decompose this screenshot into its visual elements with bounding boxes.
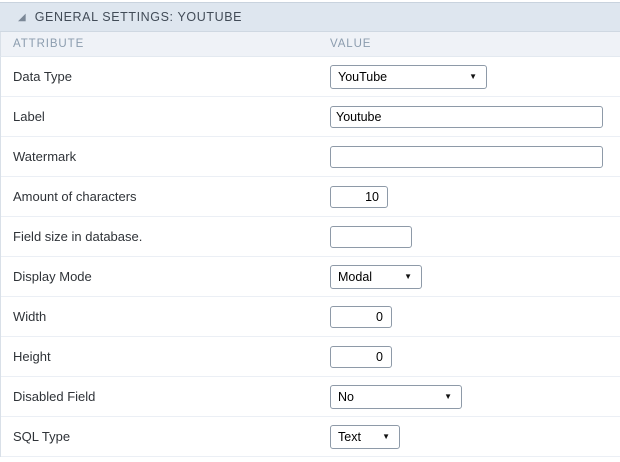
row-label: Amount of characters bbox=[13, 189, 137, 204]
collapse-triangle-icon: ◢ bbox=[18, 11, 26, 23]
input-watermark[interactable] bbox=[330, 145, 603, 168]
input-height[interactable] bbox=[330, 345, 392, 368]
table-row: Label bbox=[1, 97, 620, 137]
select-display-mode[interactable]: Modal ▼ bbox=[330, 264, 422, 289]
input-label[interactable] bbox=[330, 105, 603, 128]
row-value: Modal ▼ bbox=[330, 264, 620, 289]
select-value: No bbox=[338, 389, 354, 404]
attribute-column-header: ATTRIBUTE bbox=[13, 38, 85, 50]
table-row: Display Mode Modal ▼ bbox=[1, 257, 620, 297]
select-arrow-icon: ▼ bbox=[444, 392, 452, 401]
select-disabled-field[interactable]: No ▼ bbox=[330, 384, 462, 409]
select-value: Text bbox=[338, 429, 361, 444]
table-row: Watermark bbox=[1, 137, 620, 177]
table-row: Field size in database. bbox=[1, 217, 620, 257]
column-header-row: ATTRIBUTE VALUE bbox=[0, 32, 620, 57]
select-arrow-icon: ▼ bbox=[469, 72, 477, 81]
row-value bbox=[330, 225, 620, 248]
row-value bbox=[330, 305, 620, 328]
row-label: Height bbox=[13, 349, 51, 364]
row-value bbox=[330, 145, 620, 168]
select-arrow-icon: ▼ bbox=[404, 272, 412, 281]
input-width[interactable] bbox=[330, 305, 392, 328]
row-value bbox=[330, 185, 620, 208]
table-row: Width bbox=[1, 297, 620, 337]
input-field-size-in-database[interactable] bbox=[330, 225, 412, 248]
select-sql-type[interactable]: Text ▼ bbox=[330, 424, 400, 449]
table-row: Data Type YouTube ▼ bbox=[1, 57, 620, 97]
input-amount-of-characters[interactable] bbox=[330, 185, 388, 208]
row-label: Field size in database. bbox=[13, 229, 143, 244]
panel-header[interactable]: ◢ GENERAL SETTINGS: YOUTUBE bbox=[0, 2, 620, 32]
general-settings-panel: ◢ GENERAL SETTINGS: YOUTUBE ATTRIBUTE VA… bbox=[0, 2, 620, 457]
row-label: Label bbox=[13, 109, 45, 124]
row-value bbox=[330, 105, 620, 128]
row-value: Text ▼ bbox=[330, 424, 620, 449]
row-label: Display Mode bbox=[13, 269, 92, 284]
select-arrow-icon: ▼ bbox=[382, 432, 390, 441]
row-value bbox=[330, 345, 620, 368]
settings-rows: Data Type YouTube ▼ Label Watermark Amoun… bbox=[0, 57, 620, 457]
table-row: SQL Type Text ▼ bbox=[1, 417, 620, 457]
row-label: Data Type bbox=[13, 69, 73, 84]
select-value: Modal bbox=[338, 269, 373, 284]
row-value: YouTube ▼ bbox=[330, 64, 620, 89]
value-column-header: VALUE bbox=[330, 38, 372, 50]
select-data-type[interactable]: YouTube ▼ bbox=[330, 64, 487, 89]
select-value: YouTube bbox=[338, 69, 388, 84]
row-label: Watermark bbox=[13, 149, 77, 164]
table-row: Disabled Field No ▼ bbox=[1, 377, 620, 417]
panel-title: GENERAL SETTINGS: YOUTUBE bbox=[34, 10, 243, 24]
row-label: SQL Type bbox=[13, 429, 71, 444]
row-label: Width bbox=[13, 309, 47, 324]
row-label: Disabled Field bbox=[13, 389, 96, 404]
table-row: Amount of characters bbox=[1, 177, 620, 217]
table-row: Height bbox=[1, 337, 620, 377]
row-value: No ▼ bbox=[330, 384, 620, 409]
